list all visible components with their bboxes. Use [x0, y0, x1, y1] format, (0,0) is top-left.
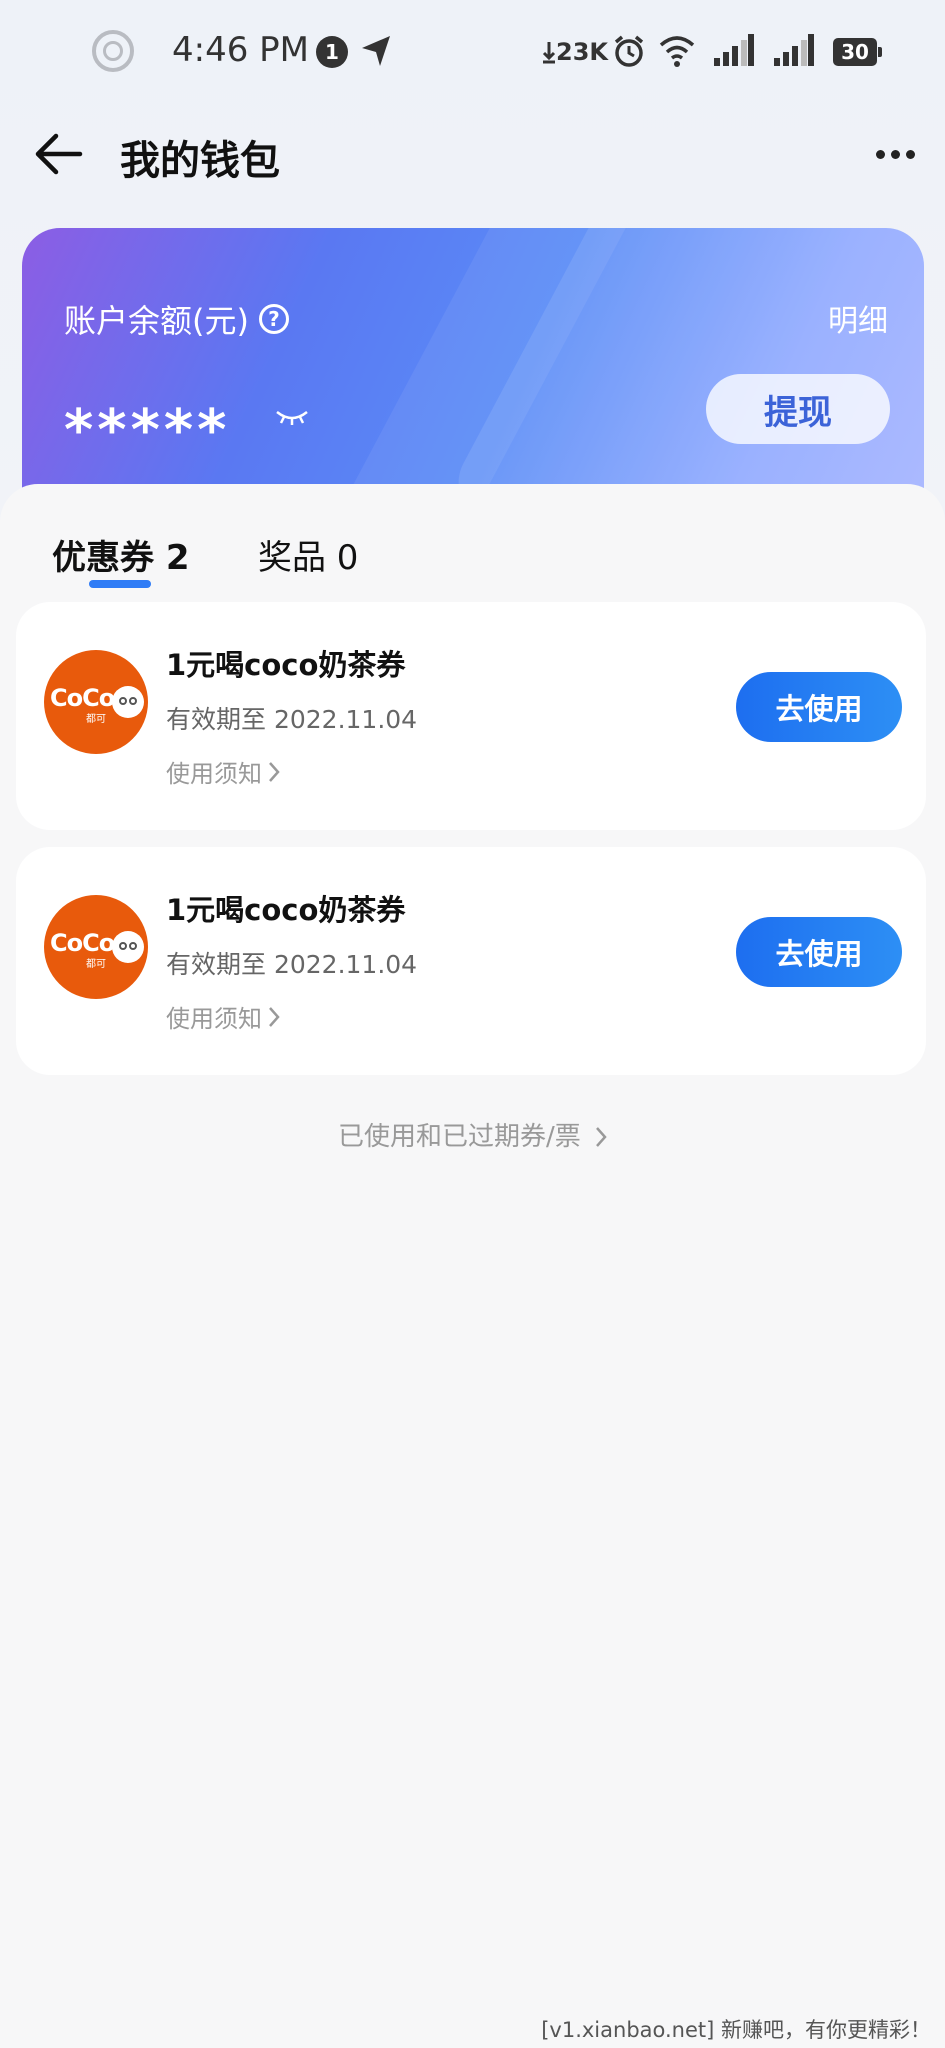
- net-speed: 23K: [556, 38, 608, 66]
- withdraw-button[interactable]: 提现: [706, 374, 890, 444]
- location-arrow-icon: [362, 36, 390, 66]
- page-title: 我的钱包: [120, 138, 280, 184]
- use-coupon-button[interactable]: 去使用: [736, 917, 902, 987]
- chevron-right-icon: [269, 761, 280, 782]
- used-expired-link[interactable]: 已使用和已过期券/票: [0, 1116, 945, 1153]
- battery-indicator: 30: [833, 38, 882, 66]
- notification-badge: 1: [316, 36, 348, 68]
- coupon-expiry: 有效期至 2022.11.04: [166, 705, 418, 734]
- eye-closed-icon[interactable]: [274, 408, 310, 428]
- alarm-icon: [614, 35, 644, 67]
- tab-active-indicator: [89, 580, 151, 588]
- balance-card: 账户余额(元) ? 明细 ***** 提现: [22, 228, 924, 528]
- watermark: [v1.xianbao.net] 新赚吧，有你更精彩！: [541, 2018, 931, 2042]
- coco-logo: CoCo 都可: [44, 650, 148, 754]
- screen-record-icon: [92, 30, 134, 72]
- balance-label: 账户余额(元) ?: [64, 296, 289, 342]
- signal-2-icon: [774, 34, 814, 66]
- help-icon[interactable]: ?: [258, 304, 289, 334]
- detail-link[interactable]: 明细: [828, 296, 888, 340]
- chevron-right-icon: [269, 1006, 280, 1027]
- download-icon: [542, 42, 556, 64]
- tab-coupons[interactable]: 优惠券 2: [52, 530, 190, 579]
- chevron-right-icon: [596, 1127, 607, 1147]
- coco-logo: CoCo 都可: [44, 895, 148, 999]
- status-bar: 4:46 PM 1 23K 30: [0, 0, 945, 105]
- logo-face-icon: [112, 931, 144, 963]
- coupon-card: CoCo 都可 1元喝coco奶茶券 有效期至 2022.11.04 使用须知 …: [16, 847, 926, 1075]
- coupon-expiry: 有效期至 2022.11.04: [166, 950, 418, 979]
- balance-value-masked: *****: [64, 398, 231, 463]
- coupon-card: CoCo 都可 1元喝coco奶茶券 有效期至 2022.11.04 使用须知 …: [16, 602, 926, 830]
- logo-face-icon: [112, 686, 144, 718]
- status-time: 4:46 PM: [172, 30, 309, 70]
- back-arrow-icon[interactable]: [32, 128, 84, 180]
- signal-1-icon: [714, 34, 754, 66]
- coupon-title: 1元喝coco奶茶券: [166, 893, 406, 927]
- tab-prizes[interactable]: 奖品 0: [258, 530, 358, 579]
- coupon-title: 1元喝coco奶茶券: [166, 648, 406, 682]
- usage-notice-link[interactable]: 使用须知: [166, 754, 280, 789]
- use-coupon-button[interactable]: 去使用: [736, 672, 902, 742]
- usage-notice-link[interactable]: 使用须知: [166, 999, 280, 1034]
- more-icon[interactable]: [876, 140, 924, 168]
- wifi-icon: [659, 36, 695, 67]
